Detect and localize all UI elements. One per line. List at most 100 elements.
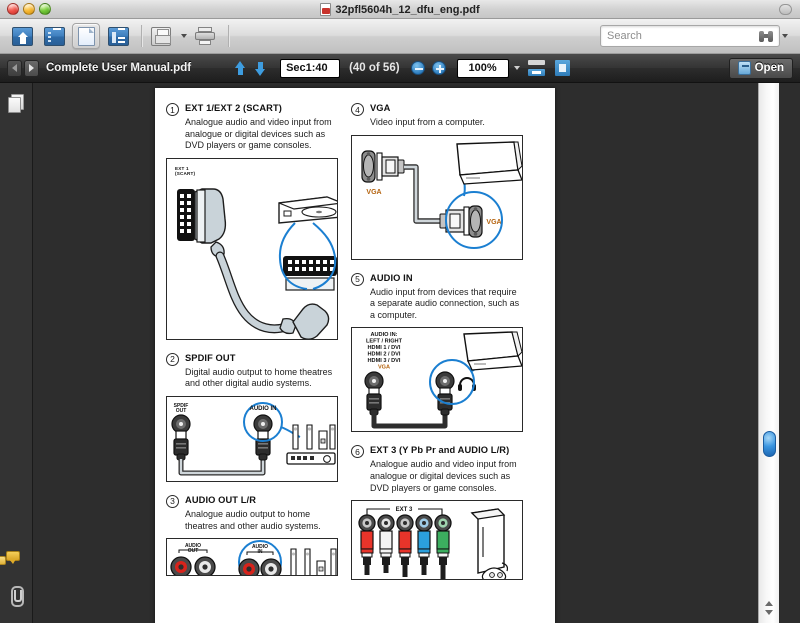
vga-diagram: VGA VGA	[361, 140, 522, 249]
table-of-contents-icon	[43, 26, 65, 46]
comments-panel-button[interactable]	[0, 551, 28, 573]
zoom-level-input[interactable]: 100%	[456, 58, 509, 78]
page-column-left: 1 EXT 1/EXT 2 (SCART) Analogue audio and…	[166, 102, 338, 585]
window-controls	[7, 3, 51, 15]
svg-text:HDMI 2 / DVI: HDMI 2 / DVI	[368, 352, 401, 358]
save-button[interactable]	[147, 23, 175, 49]
main-toolbar	[0, 19, 800, 54]
section-title: VGA	[370, 103, 391, 113]
next-page-button[interactable]	[255, 61, 266, 76]
zoom-in-button[interactable]	[431, 61, 446, 75]
manual-section-6: 6 EXT 3 (Y Pb Pr and AUDIO L/R) Analogue…	[351, 444, 523, 581]
page-number-input[interactable]: Sec1:40	[280, 58, 341, 78]
section-title: SPDIF OUT	[185, 352, 236, 363]
section-description: Video input from a computer.	[370, 117, 485, 127]
vertical-scrollbar[interactable]	[758, 83, 779, 623]
history-nav	[7, 59, 39, 77]
previous-page-button[interactable]	[235, 60, 246, 76]
svg-text:AUDIO IN: AUDIO IN	[250, 406, 277, 412]
svg-text:HDMI 1 / DVI: HDMI 1 / DVI	[368, 345, 401, 351]
open-button[interactable]: Open	[728, 57, 793, 79]
titlebar-collapse-button[interactable]	[779, 4, 792, 15]
page-view-button[interactable]	[72, 23, 100, 49]
svg-text:LEFT / RIGHT: LEFT / RIGHT	[366, 339, 403, 345]
manual-section-5: 5 AUDIO IN Audio input from devices that…	[351, 272, 523, 433]
section-description: Analogue audio and video input from anal…	[370, 459, 517, 493]
section-number: 2	[166, 352, 179, 366]
manual-section-4: 4 VGA Video input from a computer. VGA V…	[351, 102, 523, 260]
title-bar: 32pfl5604h_12_dfu_eng.pdf	[0, 0, 800, 19]
attachments-panel-button[interactable]	[6, 585, 28, 607]
document-name: Complete User Manual.pdf	[46, 62, 192, 74]
search-box[interactable]	[600, 25, 780, 47]
figure-audio-in: AUDIO IN: LEFT / RIGHT HDMI 1 / DVI HDMI…	[351, 327, 523, 433]
back-button[interactable]	[7, 59, 22, 77]
fit-page-button[interactable]	[554, 60, 571, 76]
figure-spdif: SPDIF OUT AUDIO IN	[166, 395, 338, 482]
document-body: 1 EXT 1/EXT 2 (SCART) Analogue audio and…	[0, 83, 800, 623]
maximize-button[interactable]	[39, 3, 51, 15]
print-button[interactable]	[191, 23, 219, 49]
forward-button[interactable]	[24, 59, 39, 77]
close-button[interactable]	[7, 3, 19, 15]
home-icon	[11, 26, 33, 46]
binoculars-icon[interactable]	[759, 30, 773, 42]
window-title: 32pfl5604h_12_dfu_eng.pdf	[335, 3, 480, 16]
svg-text:VGA: VGA	[486, 219, 501, 226]
page-column-right: 4 VGA Video input from a computer. VGA V…	[351, 102, 523, 589]
side-panel	[0, 83, 33, 623]
svg-text:OUT: OUT	[176, 408, 187, 414]
scrollbar-thumb[interactable]	[763, 431, 776, 457]
manual-section-1: 1 EXT 1/EXT 2 (SCART) Analogue audio and…	[166, 102, 338, 340]
article-view-button[interactable]	[104, 23, 132, 49]
section-number: 4	[351, 103, 364, 116]
svg-text:HDMI 3 / DVI: HDMI 3 / DVI	[368, 358, 401, 364]
svg-text:VGA: VGA	[366, 189, 381, 196]
section-title: EXT 1/EXT 2 (SCART)	[185, 103, 282, 113]
section-number: 1	[166, 103, 179, 116]
svg-text:OUT: OUT	[188, 548, 199, 554]
figure-ext3: EXT 3	[351, 500, 523, 581]
article-layout-icon	[107, 26, 129, 46]
search-input[interactable]	[607, 30, 759, 42]
home-button[interactable]	[8, 23, 36, 49]
search-area	[600, 25, 792, 47]
contents-button[interactable]	[40, 23, 68, 49]
section-number: 3	[166, 494, 179, 508]
section-title: AUDIO OUT L/R	[185, 494, 257, 505]
section-description: Analogue audio output to home theatres a…	[185, 508, 321, 531]
minimize-button[interactable]	[23, 3, 35, 15]
figure-audio-out: AUDIO OUT AUDIO IN	[166, 538, 338, 577]
svg-text:VGA: VGA	[378, 365, 390, 371]
fit-width-button[interactable]	[527, 60, 545, 76]
figure-vga: VGA VGA	[351, 134, 523, 260]
toolbar-separator	[141, 25, 142, 47]
ext3-diagram: EXT 3	[358, 507, 509, 580]
figure-label-ext1: EXT 1 (SCART)	[175, 165, 196, 177]
section-description: Audio input from devices that require a …	[370, 286, 520, 320]
floppy-disk-icon	[151, 26, 171, 46]
section-number: 5	[351, 272, 364, 286]
open-button-label: Open	[754, 62, 784, 74]
audio-out-diagram: AUDIO OUT AUDIO IN	[170, 540, 337, 576]
section-title: AUDIO IN	[370, 272, 413, 283]
page-viewport[interactable]: 1 EXT 1/EXT 2 (SCART) Analogue audio and…	[33, 83, 779, 623]
page-icon	[77, 26, 95, 46]
save-options-chevron-down-icon[interactable]	[181, 34, 187, 38]
zoom-chevron-down-icon[interactable]	[513, 66, 520, 70]
toolbar-separator-2	[228, 25, 229, 47]
scrollbar-arrows[interactable]	[764, 599, 775, 621]
page-count-label: (40 of 56)	[349, 62, 400, 74]
section-number: 6	[351, 445, 364, 459]
manual-section-2: 2 SPDIF OUT Digital audio output to home…	[166, 352, 338, 482]
pdf-page: 1 EXT 1/EXT 2 (SCART) Analogue audio and…	[155, 88, 555, 623]
manual-section-3: 3 AUDIO OUT L/R Analogue audio output to…	[166, 494, 338, 577]
search-options-chevron-down-icon[interactable]	[782, 34, 788, 38]
zoom-out-button[interactable]	[410, 61, 425, 75]
pages-panel-button[interactable]	[6, 94, 28, 116]
pdf-reader-window: 32pfl5604h_12_dfu_eng.pdf Search Complet…	[0, 0, 800, 623]
section-description: Digital audio output to home theatres an…	[185, 366, 333, 389]
svg-text:AUDIO IN:: AUDIO IN:	[370, 332, 397, 338]
pdf-document-icon	[320, 3, 332, 16]
spdif-diagram: SPDIF OUT AUDIO IN	[171, 401, 336, 476]
